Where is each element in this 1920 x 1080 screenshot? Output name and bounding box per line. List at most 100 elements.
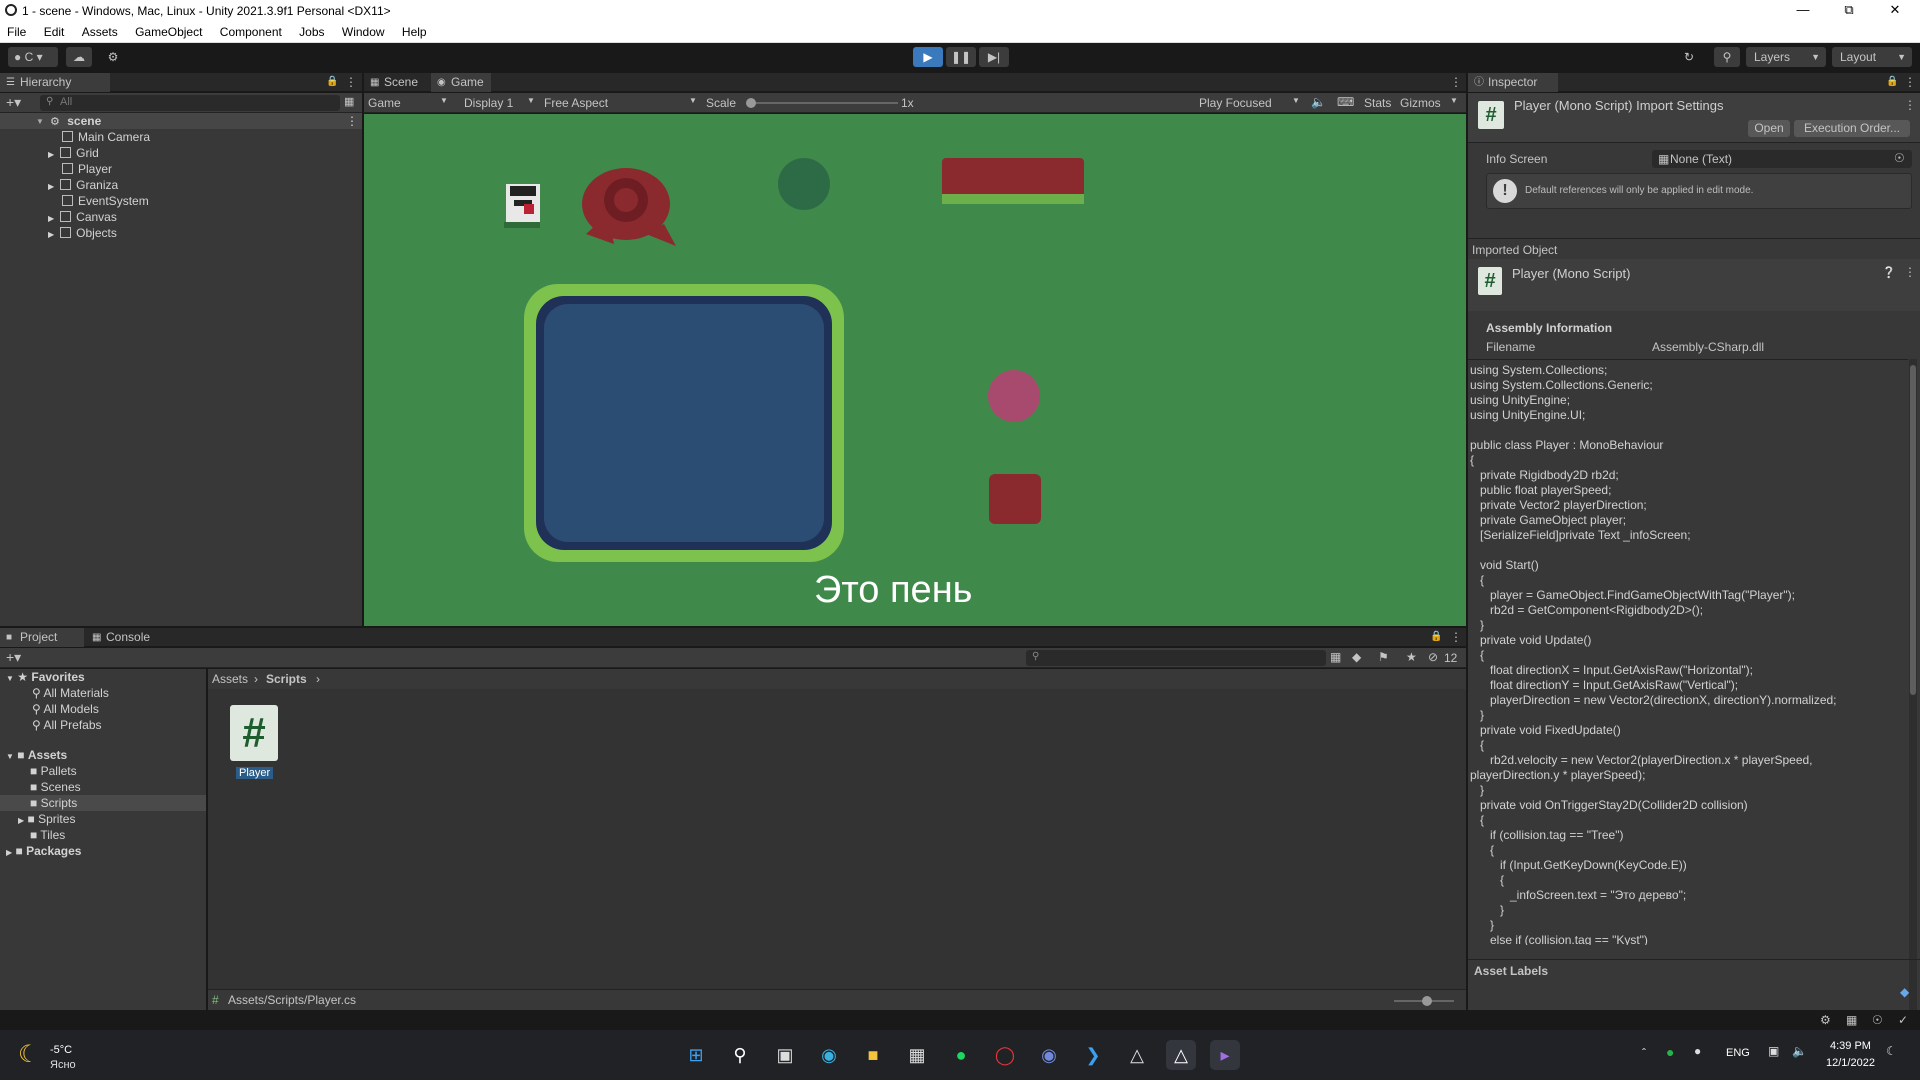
more-icon[interactable]: ⋮ — [1904, 75, 1916, 89]
tab-hierarchy[interactable]: ☰ Hierarchy — [0, 73, 110, 92]
game-view[interactable]: Это пень — [364, 114, 1466, 626]
debug-icon[interactable]: ⚙ — [1820, 1013, 1831, 1027]
expand-arrow-icon[interactable]: ▼ — [6, 752, 14, 761]
unity-hub-icon[interactable]: △ — [1122, 1040, 1152, 1070]
scale-slider-handle[interactable] — [746, 98, 756, 108]
opera-icon[interactable]: ◯ — [990, 1040, 1020, 1070]
add-icon[interactable]: +▾ — [6, 94, 21, 111]
breadcrumb-assets[interactable]: Assets — [212, 672, 248, 686]
aspect-dropdown[interactable]: Free Aspect — [544, 96, 608, 110]
cloud-icon[interactable]: ☁ — [66, 47, 92, 67]
minimize-button[interactable]: — — [1780, 0, 1826, 22]
code-scrollbar-thumb[interactable] — [1910, 365, 1916, 695]
code-scrollbar[interactable] — [1909, 359, 1917, 1053]
menu-edit[interactable]: Edit — [37, 22, 72, 39]
list-item[interactable]: ■ Pallets — [30, 763, 77, 779]
list-item[interactable]: ▶ ■ Sprites — [18, 811, 75, 827]
search-by-label-icon[interactable]: ◆ — [1352, 650, 1361, 664]
tab-project[interactable]: ■ Project — [0, 628, 84, 647]
lock-icon[interactable]: 🔒 — [1430, 631, 1442, 642]
expand-arrow-icon[interactable]: ▶ — [6, 848, 12, 857]
mute-audio-icon[interactable]: 🔈 — [1311, 95, 1326, 109]
list-item[interactable]: ■ Scenes — [30, 779, 81, 795]
tray-app-icon[interactable]: ● — [1666, 1044, 1674, 1060]
tab-game[interactable]: ◉ Game — [431, 73, 491, 92]
network-icon[interactable]: ▣ — [1768, 1044, 1779, 1058]
menu-jobs[interactable]: Jobs — [292, 22, 331, 39]
list-item-selected[interactable]: ■ Scripts — [0, 795, 206, 811]
list-item[interactable]: ■ Tiles — [30, 827, 65, 843]
assets-node[interactable]: ▼ ■ Assets — [6, 747, 67, 763]
icon-size-slider-handle[interactable] — [1422, 996, 1432, 1006]
expand-arrow-icon[interactable]: ▶ — [48, 230, 54, 239]
project-search-input[interactable]: ⚲ — [1026, 650, 1326, 666]
unity-editor-icon[interactable]: △ — [1166, 1040, 1196, 1070]
menu-window[interactable]: Window — [335, 22, 392, 39]
close-button[interactable]: ✕ — [1872, 0, 1918, 22]
layout-dropdown[interactable]: Layout ▼ — [1832, 47, 1912, 67]
game-mode-dropdown[interactable]: Game — [368, 96, 401, 110]
tab-scene[interactable]: ▦ Scene — [364, 73, 430, 92]
step-button[interactable]: ▶| — [979, 47, 1009, 67]
play-button[interactable]: ▶ — [913, 47, 943, 67]
stats-button[interactable]: Stats — [1364, 96, 1391, 110]
more-icon[interactable]: ⋮ — [1904, 98, 1916, 112]
more-icon[interactable]: ⋮ — [346, 113, 358, 129]
tab-console[interactable]: ▦ Console — [86, 628, 166, 647]
list-item[interactable]: ▶ Objects — [48, 225, 117, 241]
list-item[interactable]: ⚲ All Materials — [32, 685, 109, 701]
vscode-icon[interactable]: ❯ — [1078, 1040, 1108, 1070]
list-item[interactable]: EventSystem — [62, 193, 149, 209]
expand-arrow-icon[interactable]: ▶ — [48, 182, 54, 191]
tag-icon[interactable]: ⚑ — [1378, 650, 1389, 664]
tab-inspector[interactable]: ⓘ Inspector — [1468, 73, 1558, 92]
clock-time[interactable]: 4:39 PM — [1830, 1040, 1871, 1052]
moon-weather-icon[interactable]: ☾ — [18, 1040, 40, 1069]
open-button[interactable]: Open — [1748, 120, 1790, 137]
task-view-icon[interactable]: ▣ — [770, 1040, 800, 1070]
breadcrumb-scripts[interactable]: Scripts — [266, 672, 307, 686]
file-explorer-icon[interactable]: ■ — [858, 1040, 888, 1070]
list-item[interactable]: ▶ Grid — [48, 145, 99, 161]
menu-help[interactable]: Help — [395, 22, 434, 39]
maximize-button[interactable]: ⧉ — [1826, 0, 1872, 22]
lock-icon[interactable]: 🔒 — [326, 76, 338, 87]
spotify-icon[interactable]: ● — [946, 1040, 976, 1070]
list-item[interactable]: ⚲ All Prefabs — [32, 717, 102, 733]
favorites-node[interactable]: ▼ ★ Favorites — [6, 669, 85, 685]
gizmos-button[interactable]: Gizmos — [1400, 96, 1441, 110]
scale-slider[interactable] — [746, 98, 898, 108]
search-by-type-icon[interactable]: ▦ — [1330, 650, 1341, 664]
expand-arrow-icon[interactable]: ▶ — [18, 816, 24, 825]
display-dropdown[interactable]: Display 1 — [464, 96, 513, 110]
icon-size-slider[interactable] — [1394, 996, 1454, 1006]
weather-temp[interactable]: -5°C — [50, 1044, 72, 1056]
execution-order-button[interactable]: Execution Order... — [1794, 120, 1910, 137]
packages-node[interactable]: ▶ ■ Packages — [6, 843, 81, 859]
list-item[interactable]: Player — [62, 161, 112, 177]
help-icon[interactable]: ❔ — [1882, 266, 1896, 279]
menu-gameobject[interactable]: GameObject — [128, 22, 209, 39]
expand-arrow-icon[interactable]: ▼ — [6, 674, 14, 683]
microphone-icon[interactable]: ● — [1694, 1044, 1701, 1058]
account-button[interactable]: ● C ▾ — [8, 47, 58, 67]
menu-assets[interactable]: Assets — [75, 22, 125, 39]
notification-icon[interactable]: ☾ — [1886, 1044, 1897, 1058]
script-file-label[interactable]: Player — [236, 767, 274, 779]
hidden-packages-icon[interactable]: ⊘ — [1428, 650, 1438, 664]
clock-date[interactable]: 12/1/2022 — [1826, 1057, 1875, 1069]
search-icon[interactable]: ⚲ — [1714, 47, 1740, 67]
expand-arrow-icon[interactable]: ▶ — [48, 150, 54, 159]
more-icon[interactable]: ⋮ — [1450, 75, 1462, 89]
scene-row[interactable]: ▼ ⚙ scene ⋮ — [0, 113, 362, 129]
favorite-star-icon[interactable]: ★ — [1406, 650, 1417, 664]
label-tag-icon[interactable]: ◆ — [1900, 985, 1909, 999]
pause-button[interactable]: ❚❚ — [946, 47, 976, 67]
more-icon[interactable]: ⋮ — [1904, 265, 1916, 279]
expand-arrow-icon[interactable]: ▶ — [48, 214, 54, 223]
cache-icon[interactable]: ▦ — [1846, 1013, 1857, 1027]
visual-studio-icon[interactable]: ▸ — [1210, 1040, 1240, 1070]
play-focused-dropdown[interactable]: Play Focused — [1199, 96, 1272, 110]
language-indicator[interactable]: ENG — [1726, 1047, 1750, 1059]
menu-component[interactable]: Component — [213, 22, 289, 39]
